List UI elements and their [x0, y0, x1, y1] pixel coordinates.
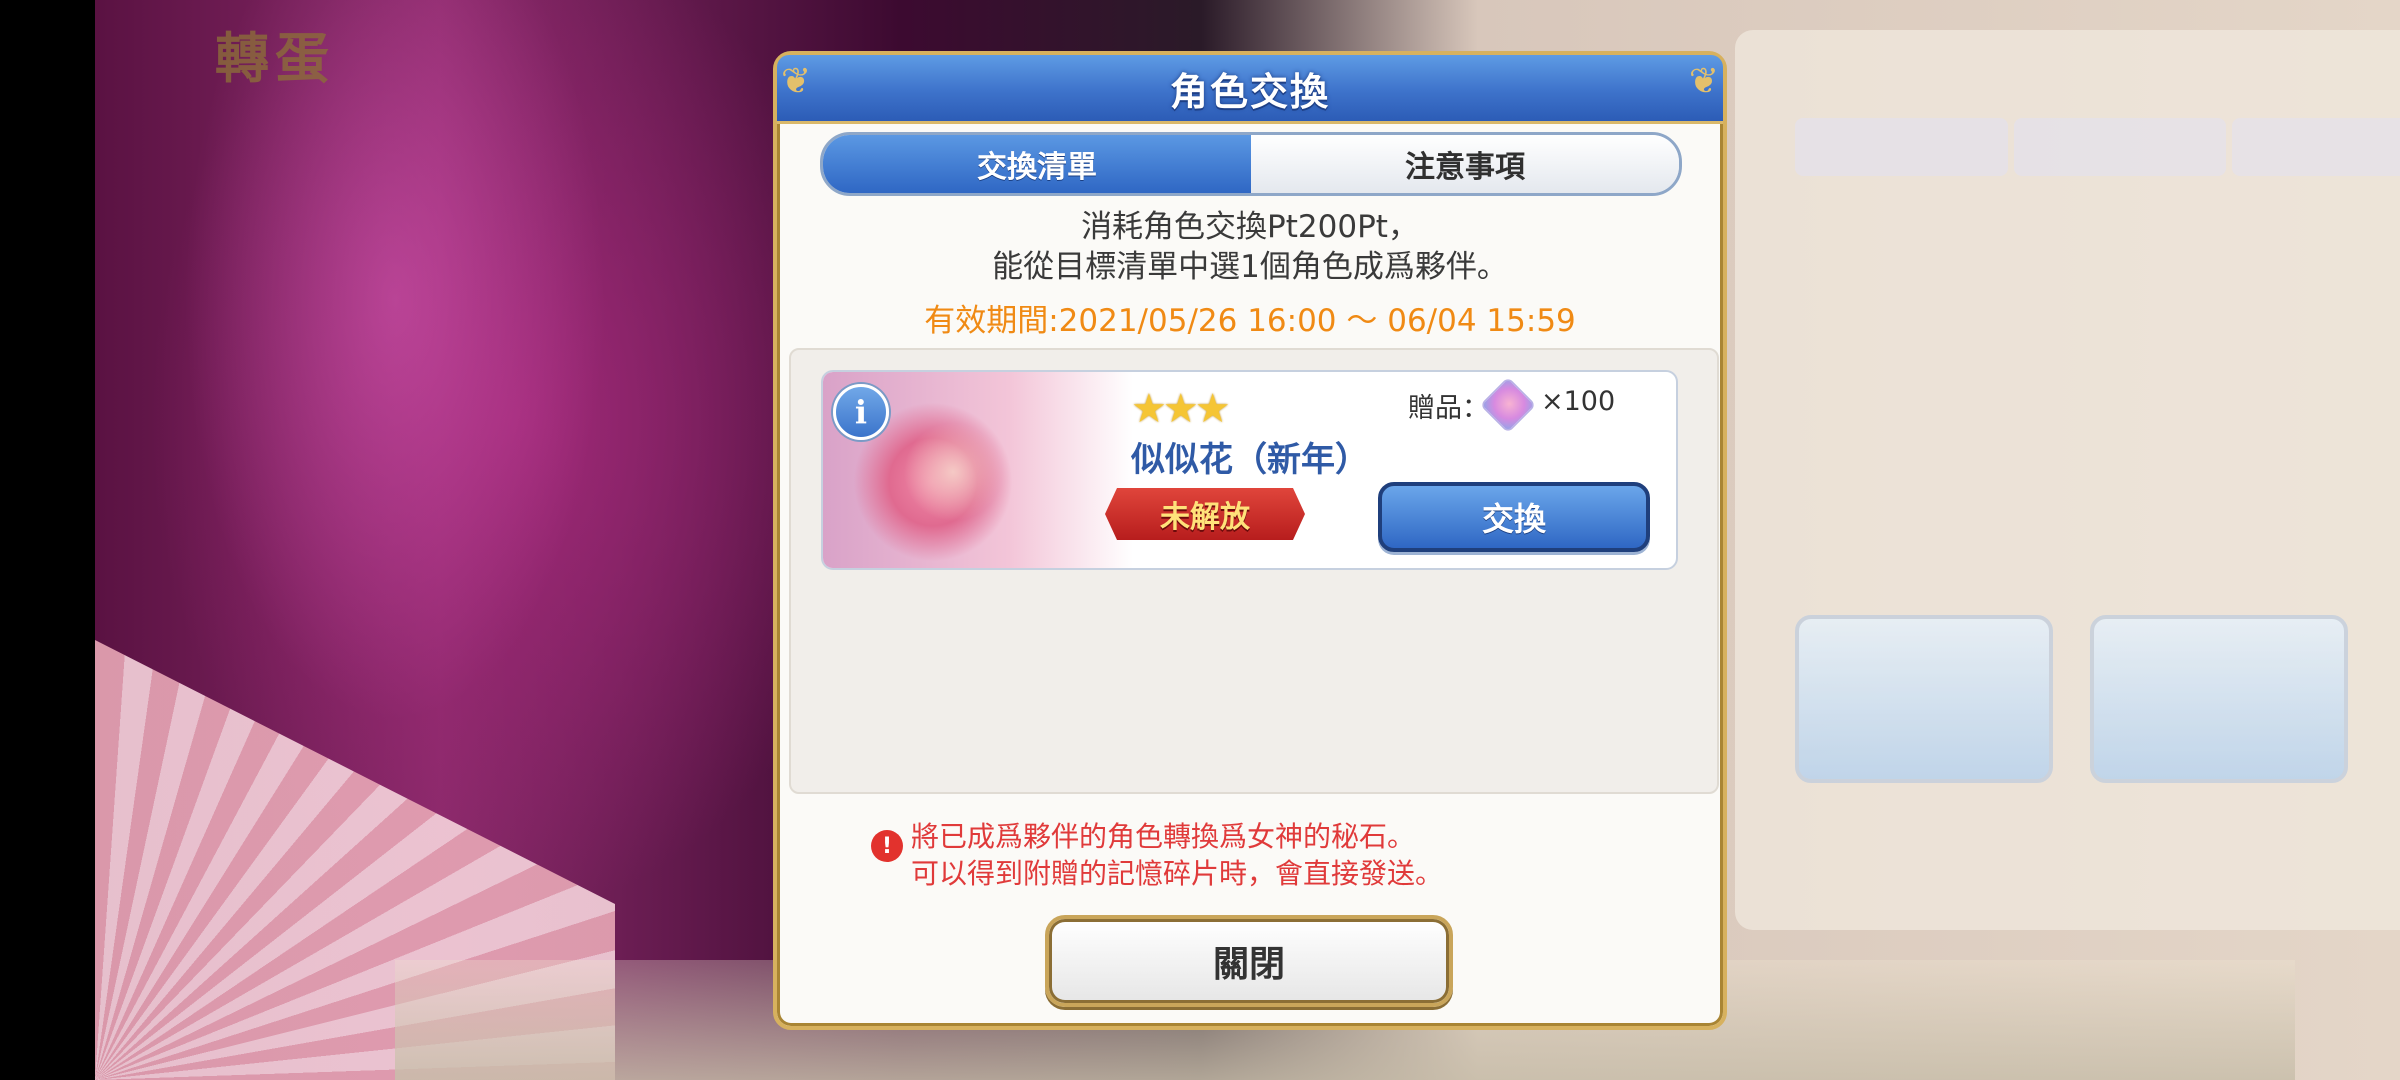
dialog-title: 角色交換: [1169, 69, 1330, 114]
exchange-button[interactable]: 交換: [1378, 482, 1650, 552]
background-tab: [2013, 118, 2227, 176]
background-tab: [1795, 118, 2008, 176]
gift-quantity: ×100: [1541, 386, 1616, 417]
character-exchange-dialog: ❦ 角色交換 ❦ 交換清單 注意事項 消耗角色交換Pt200Pt， 能從目標清單…: [773, 51, 1727, 1030]
background-ten-pull-button: [2090, 615, 2348, 783]
dialog-tabs: 交換清單 注意事項: [820, 132, 1682, 196]
character-name: 似似花（新年）: [1131, 440, 1369, 480]
ornament-icon: ❦: [781, 61, 812, 102]
tab-notes[interactable]: 注意事項: [1251, 135, 1679, 193]
left-black-bar: [0, 0, 95, 1080]
validity-period: 有效期間:2021/05/26 16:00 ～ 06/04 15:59: [924, 303, 1576, 339]
exchange-list: i ★★★ 似似花（新年） 未解放 贈品： ×100 交換: [789, 348, 1719, 794]
tab-exchange-list[interactable]: 交換清單: [823, 135, 1251, 193]
dialog-header: ❦ 角色交換 ❦: [777, 55, 1723, 124]
notice-line: 將已成爲夥伴的角色轉換爲女神的秘石。: [911, 820, 1416, 853]
status-badge: 未解放: [1105, 488, 1305, 540]
notice-text: ! 將已成爲夥伴的角色轉換爲女神的秘石。 可以得到附贈的記憶碎片時，會直接發送。: [871, 818, 1611, 892]
list-item: i ★★★ 似似花（新年） 未解放 贈品： ×100 交換: [821, 370, 1678, 570]
warning-icon: !: [871, 830, 903, 862]
exchange-description: 消耗角色交換Pt200Pt， 能從目標清單中選1個角色成爲夥伴。: [777, 207, 1723, 287]
description-line: 能從目標清單中選1個角色成爲夥伴。: [992, 249, 1508, 285]
background-single-pull-button: [1795, 615, 2053, 783]
background-tabs: [1795, 118, 2400, 176]
gift-label: 贈品：: [1408, 393, 1489, 424]
close-button[interactable]: 關閉: [1045, 915, 1453, 1007]
rarity-stars: ★★★: [1131, 386, 1231, 432]
info-icon[interactable]: i: [833, 384, 889, 440]
ornament-icon: ❦: [1688, 61, 1719, 102]
notice-line: 可以得到附贈的記憶碎片時，會直接發送。: [911, 857, 1444, 890]
background-screen-title: 轉蛋: [215, 26, 335, 90]
background-tab: [2232, 118, 2400, 176]
description-line: 消耗角色交換Pt200Pt，: [1081, 209, 1419, 245]
